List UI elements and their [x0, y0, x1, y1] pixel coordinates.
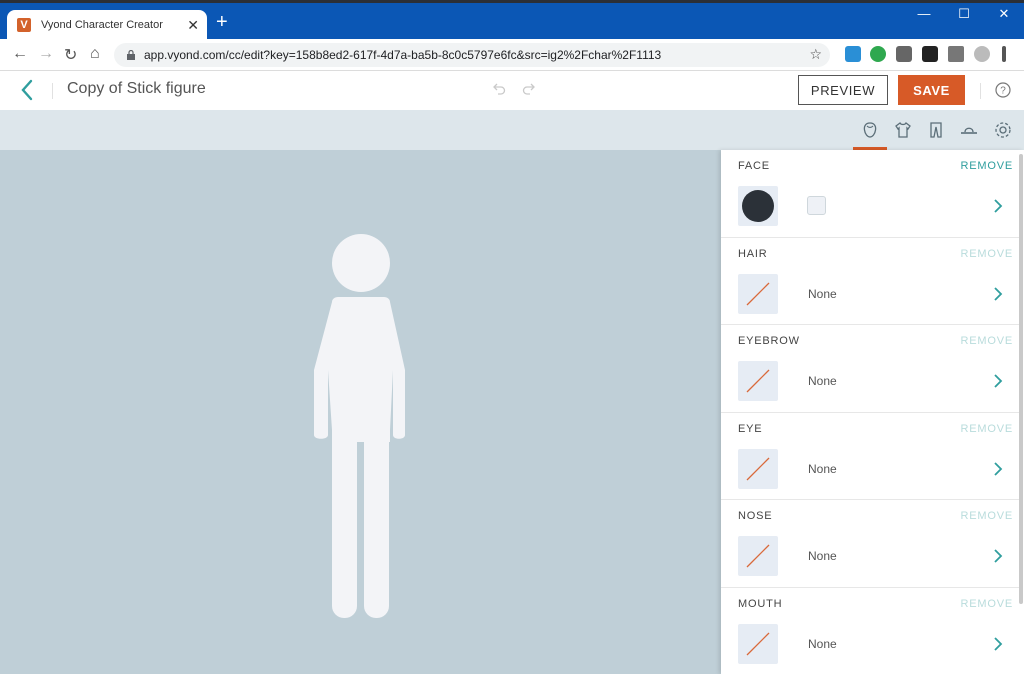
url-text: app.vyond.com/cc/edit?key=158b8ed2-617f-… [144, 48, 662, 62]
remove-button[interactable]: REMOVE [961, 335, 1013, 347]
panel-scrollbar[interactable] [1019, 154, 1023, 604]
extensions-puzzle-icon[interactable] [948, 46, 964, 62]
chevron-right-icon[interactable] [993, 461, 1003, 477]
none-slash-icon [746, 632, 770, 656]
section-label: MOUTH [738, 598, 783, 610]
shirt-icon[interactable] [893, 120, 913, 140]
mouth-thumbnail[interactable] [738, 624, 778, 664]
eye-thumbnail[interactable] [738, 449, 778, 489]
svg-text:?: ? [1000, 86, 1006, 97]
remove-button[interactable]: REMOVE [961, 248, 1013, 260]
section-eyebrow[interactable]: EYEBROW REMOVE None [721, 325, 1019, 413]
category-toolbar [0, 110, 1024, 150]
remove-button[interactable]: REMOVE [961, 510, 1013, 522]
minimize-icon[interactable]: — [904, 6, 944, 22]
window-top-strip [0, 0, 1024, 3]
back-chevron-icon[interactable] [18, 78, 38, 102]
selected-value: None [808, 549, 837, 563]
section-label: FACE [738, 160, 770, 172]
hair-thumbnail[interactable] [738, 274, 778, 314]
reload-icon[interactable]: ↻ [64, 45, 77, 65]
remove-button[interactable]: REMOVE [961, 160, 1013, 172]
remove-button[interactable]: REMOVE [961, 598, 1013, 610]
chevron-right-icon[interactable] [993, 636, 1003, 652]
section-label: HAIR [738, 248, 768, 260]
eyebrow-thumbnail[interactable] [738, 361, 778, 401]
forward-arrow-icon[interactable]: → [38, 45, 54, 63]
section-face[interactable]: FACE REMOVE [721, 150, 1019, 238]
nose-thumbnail[interactable] [738, 536, 778, 576]
extension-evernote-icon[interactable] [870, 46, 886, 62]
tab-close-icon[interactable]: ✕ [187, 17, 199, 34]
section-nose[interactable]: NOSE REMOVE None [721, 500, 1019, 588]
redo-icon[interactable] [521, 81, 537, 97]
face-shape-icon [742, 190, 774, 222]
face-parts-panel: FACE REMOVE HAIR REMOVE None EYEBROW REM… [721, 150, 1024, 674]
selected-value: None [808, 637, 837, 651]
undo-icon[interactable] [491, 81, 507, 97]
section-label: EYE [738, 423, 763, 435]
browser-tab-bar: V Vyond Character Creator ✕ + — ☐ ✕ [0, 0, 1024, 40]
header-divider-right [980, 83, 981, 99]
face-color-swatch[interactable] [807, 196, 826, 215]
section-label: NOSE [738, 510, 773, 522]
stick-figure-character[interactable] [300, 230, 420, 630]
bookmark-star-icon[interactable]: ☆ [809, 46, 822, 63]
chevron-right-icon[interactable] [993, 286, 1003, 302]
section-hair[interactable]: HAIR REMOVE None [721, 238, 1019, 325]
tab-title: Vyond Character Creator [41, 19, 163, 31]
browser-menu-icon[interactable] [1002, 46, 1006, 62]
none-slash-icon [746, 369, 770, 393]
chevron-right-icon[interactable] [993, 373, 1003, 389]
none-slash-icon [746, 282, 770, 306]
new-tab-icon[interactable]: + [216, 12, 228, 32]
character-canvas[interactable] [0, 150, 721, 674]
settings-icon[interactable] [993, 120, 1013, 140]
extension-dots-icon[interactable] [922, 46, 938, 62]
section-eye[interactable]: EYE REMOVE None [721, 413, 1019, 500]
remove-button[interactable]: REMOVE [961, 423, 1013, 435]
extension-camera-icon[interactable] [896, 46, 912, 62]
lock-icon [127, 50, 135, 60]
app-header: Copy of Stick figure PREVIEW SAVE ? [0, 71, 1024, 110]
window-controls: — ☐ ✕ [904, 6, 1024, 22]
profile-avatar[interactable] [974, 46, 990, 62]
preview-button[interactable]: PREVIEW [798, 75, 888, 105]
header-divider [52, 83, 53, 99]
face-thumbnail[interactable] [738, 186, 778, 226]
vyond-favicon-icon: V [17, 18, 31, 32]
url-omnibox[interactable]: app.vyond.com/cc/edit?key=158b8ed2-617f-… [114, 43, 830, 67]
help-icon[interactable]: ? [995, 82, 1011, 98]
home-icon[interactable]: ⌂ [90, 45, 100, 63]
none-slash-icon [746, 457, 770, 481]
character-title[interactable]: Copy of Stick figure [67, 80, 206, 98]
pants-icon[interactable] [926, 120, 946, 140]
chevron-right-icon[interactable] [993, 198, 1003, 214]
hat-icon[interactable] [959, 120, 979, 140]
close-window-icon[interactable]: ✕ [984, 6, 1024, 22]
maximize-icon[interactable]: ☐ [944, 6, 984, 22]
extension-translate-icon[interactable] [845, 46, 861, 62]
section-label: EYEBROW [738, 335, 800, 347]
back-arrow-icon[interactable]: ← [12, 45, 28, 63]
none-slash-icon [746, 544, 770, 568]
selected-value: None [808, 374, 837, 388]
selected-value: None [808, 287, 837, 301]
chevron-right-icon[interactable] [993, 548, 1003, 564]
selected-value: None [808, 462, 837, 476]
browser-tab[interactable]: V Vyond Character Creator ✕ [7, 10, 207, 40]
section-mouth[interactable]: MOUTH REMOVE None [721, 588, 1019, 674]
save-button[interactable]: SAVE [898, 75, 965, 105]
face-icon[interactable] [860, 120, 880, 140]
